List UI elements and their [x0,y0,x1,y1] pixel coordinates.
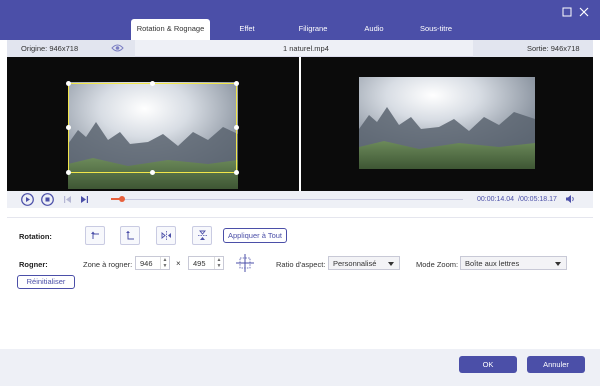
title-bar: Rotation & Rognage Effet Filigrane Audio… [0,0,600,40]
crop-width-input[interactable]: 946 ▲ ▼ [135,256,170,270]
tab-bar: Rotation & Rognage Effet Filigrane Audio… [131,19,471,40]
rotate-left-button[interactable] [85,226,105,245]
crop-label: Rogner: [19,260,48,269]
center-crop-icon[interactable] [235,253,255,275]
crop-handle[interactable] [150,170,155,175]
crop-zone-label: Zone à rogner: [83,260,133,269]
close-icon[interactable] [578,7,590,19]
crop-handle[interactable] [234,125,239,130]
total-time: /00:05:18.17 [518,196,557,203]
crop-height-value: 495 [193,259,206,268]
flip-vertical-button[interactable] [192,226,212,245]
stop-icon[interactable] [41,193,54,208]
tab-sous-titre[interactable]: Sous-titre [407,19,465,40]
zoom-mode-label: Mode Zoom: [416,260,459,269]
rotate-right-icon [125,230,136,243]
apply-to-all-button[interactable]: Appliquer à Tout [223,228,287,243]
tab-filigrane[interactable]: Filigrane [283,19,343,40]
playback-bar: 00:00:14.04 /00:05:18.17 [7,191,593,208]
info-bar: Origine: 946x718 1 naturel.mp4 Sortie: 9… [7,40,593,57]
crop-handle[interactable] [66,170,71,175]
crop-width-value: 946 [140,259,153,268]
output-preview [301,57,593,191]
chevron-down-icon [555,262,561,266]
crop-handle[interactable] [234,170,239,175]
arrow-down-icon[interactable]: ▼ [161,263,169,269]
rotate-left-icon [90,230,101,243]
output-video-frame [359,77,535,169]
tab-effet[interactable]: Effet [227,19,267,40]
aspect-ratio-select[interactable]: Personnalisé [328,256,400,270]
crop-editor-window: Rotation & Rognage Effet Filigrane Audio… [0,0,600,386]
times-sign: × [176,259,181,268]
reset-button[interactable]: Réinitialiser [17,275,75,289]
volume-icon[interactable] [565,194,576,206]
file-name: 1 naturel.mp4 [283,44,329,53]
progress-knob[interactable] [118,196,125,202]
zoom-mode-select[interactable]: Boîte aux lettres [460,256,567,270]
origin-size: Origine: 946x718 [21,44,79,53]
crop-frame[interactable] [68,83,237,173]
ok-button[interactable]: OK [459,356,517,373]
crop-handle[interactable] [66,125,71,130]
output-size: Sortie: 946x718 [527,44,580,53]
crop-width-stepper[interactable]: ▲ ▼ [160,257,169,269]
current-time: 00:00:14.04 [477,196,514,203]
next-frame-icon[interactable] [80,195,89,206]
flip-horizontal-icon [161,230,172,243]
zoom-mode-value: Boîte aux lettres [465,259,520,268]
chevron-down-icon [388,262,394,266]
crop-handle[interactable] [234,81,239,86]
eye-icon[interactable] [111,43,124,55]
crop-handle[interactable] [150,81,155,86]
flip-horizontal-button[interactable] [156,226,176,245]
flip-vertical-icon [197,230,208,243]
arrow-down-icon[interactable]: ▼ [215,263,223,269]
tab-audio[interactable]: Audio [357,19,391,40]
aspect-ratio-label: Ratio d'aspect: [276,260,326,269]
source-preview [7,57,299,191]
aspect-ratio-value: Personnalisé [333,259,377,268]
crop-height-input[interactable]: 495 ▲ ▼ [188,256,224,270]
previous-frame-icon[interactable] [63,195,72,206]
tab-rotation-rognage[interactable]: Rotation & Rognage [131,19,210,40]
crop-height-stepper[interactable]: ▲ ▼ [214,257,223,269]
separator [7,217,593,218]
progress-track[interactable] [111,199,463,200]
square-icon[interactable] [561,7,573,19]
crop-handle[interactable] [66,81,71,86]
rotation-label: Rotation: [19,232,52,241]
play-icon[interactable] [21,193,34,208]
cancel-button[interactable]: Annuler [527,356,585,373]
rotate-right-button[interactable] [120,226,140,245]
